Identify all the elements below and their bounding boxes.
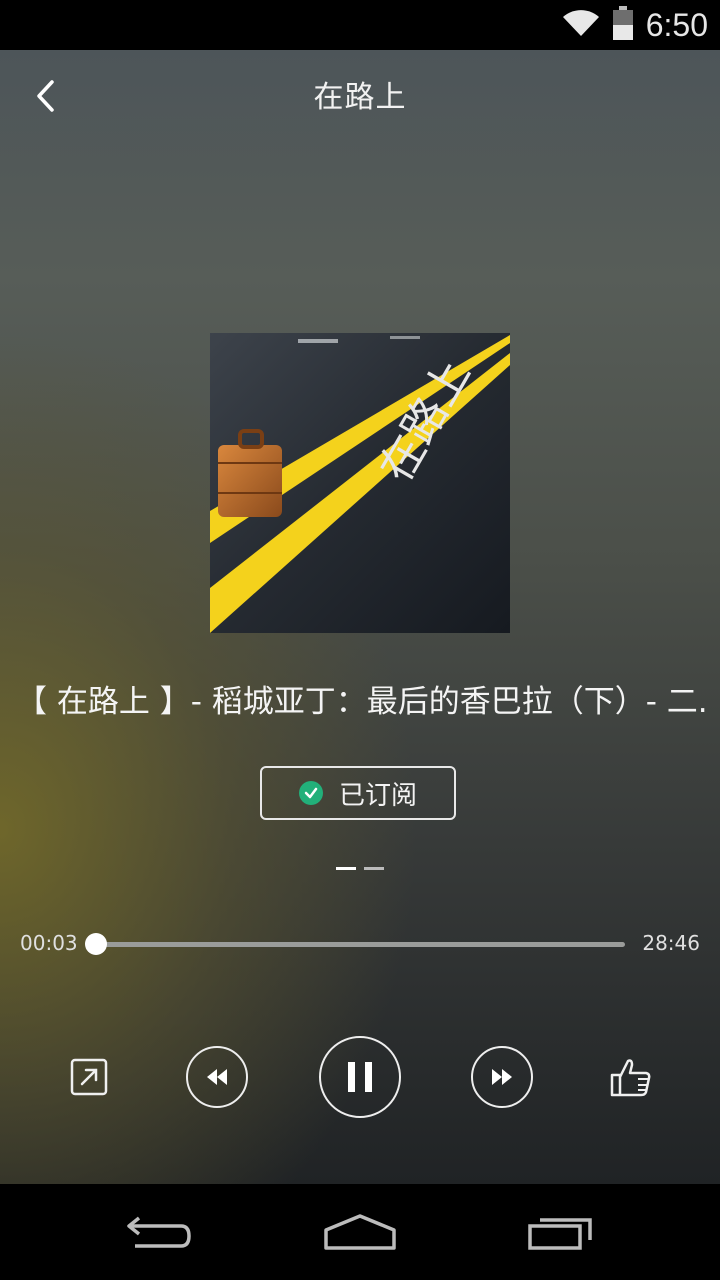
home-icon <box>324 1214 396 1250</box>
page-title: 在路上 <box>313 80 407 115</box>
status-time: 6:50 <box>645 6 708 43</box>
player-screen: 在路上 在路上 【 在路上 】- 稻城亚丁：最后的香巴拉（下）- 二... 已订… <box>0 50 720 1184</box>
subscribe-label: 已订阅 <box>338 780 417 811</box>
wifi-icon <box>562 8 600 42</box>
nav-home-button[interactable] <box>315 1204 405 1260</box>
navigation-bar <box>0 1184 720 1280</box>
fast-forward-icon <box>492 1069 512 1085</box>
recent-apps-icon <box>528 1218 592 1250</box>
page-dot-2 <box>364 867 384 870</box>
battery-icon <box>612 6 634 44</box>
fast-forward-button[interactable] <box>471 1046 533 1108</box>
subscribe-button[interactable]: 已订阅 <box>260 766 456 820</box>
progress-bar[interactable] <box>85 933 625 955</box>
back-icon <box>127 1216 191 1248</box>
rewind-button[interactable] <box>186 1046 248 1108</box>
share-icon <box>70 1058 108 1096</box>
status-bar: 6:50 <box>0 0 720 50</box>
nav-recent-button[interactable] <box>517 1204 607 1260</box>
album-cover: 在路上 <box>210 333 510 633</box>
header: 在路上 <box>0 50 720 142</box>
rewind-icon <box>207 1069 227 1085</box>
current-time: 00:03 <box>20 931 78 955</box>
share-button[interactable] <box>66 1054 112 1100</box>
page-dot-1 <box>336 867 356 870</box>
track-title: 【 在路上 】- 稻城亚丁：最后的香巴拉（下）- 二... <box>16 684 706 720</box>
like-button[interactable] <box>606 1054 654 1102</box>
check-circle-icon <box>298 781 323 805</box>
thumbs-up-icon <box>610 1059 651 1097</box>
page-indicator <box>336 867 384 870</box>
pause-button[interactable] <box>319 1036 401 1118</box>
pause-icon <box>348 1062 372 1092</box>
playback-controls <box>0 1030 720 1130</box>
nav-back-button[interactable] <box>115 1204 205 1260</box>
progress-thumb[interactable] <box>85 933 108 955</box>
total-time: 28:46 <box>642 931 700 955</box>
